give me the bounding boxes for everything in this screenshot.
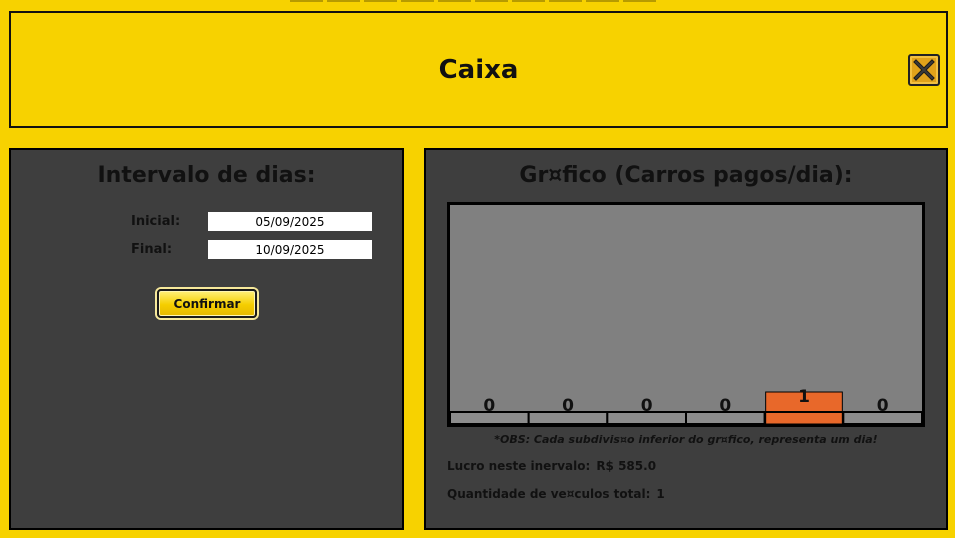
vehicles-label: Quantidade de ve¤culos total: [447, 487, 651, 501]
final-date-label: Final: [131, 242, 173, 257]
window-header: Caixa [9, 11, 948, 128]
date-interval-panel: Intervalo de dias: Inicial: Final: Confi… [9, 148, 404, 530]
vehicles-line: Quantidade de ve¤culos total: 1 [447, 487, 665, 501]
chart-panel: Gr¤fico (Carros pagos/dia): 0 0 0 0 1 0 *OBS:… [424, 148, 948, 530]
bar-value-label: 0 [719, 396, 731, 416]
chart-note: *OBS: Cada subdivis¤o inferior do gr¤fic… [494, 433, 878, 446]
bar-value-label: 0 [877, 396, 889, 416]
confirm-button[interactable]: Confirmar [157, 289, 257, 318]
close-button[interactable] [908, 54, 940, 86]
date-interval-title: Intervalo de dias: [97, 163, 316, 188]
top-edge-marks [290, 0, 670, 2]
bar-value-label: 1 [798, 387, 810, 407]
close-x-icon [913, 59, 935, 81]
bar-value-label: 0 [562, 396, 574, 416]
profit-line: Lucro neste inervalo: R$ 585.0 [447, 459, 656, 473]
cars-per-day-chart: 0 0 0 0 1 0 [450, 387, 922, 424]
bar-value-label: 0 [641, 396, 653, 416]
chart-area: 0 0 0 0 1 0 [447, 202, 925, 427]
profit-value: R$ 585.0 [596, 459, 657, 473]
chart-panel-title: Gr¤fico (Carros pagos/dia): [519, 163, 853, 188]
initial-date-label: Inicial: [131, 214, 181, 229]
profit-label: Lucro neste inervalo: [447, 459, 591, 473]
final-date-input[interactable] [208, 240, 372, 259]
vehicles-value: 1 [656, 487, 665, 501]
bar-value-label: 0 [483, 396, 495, 416]
initial-date-input[interactable] [208, 212, 372, 231]
window-title: Caixa [438, 55, 519, 85]
